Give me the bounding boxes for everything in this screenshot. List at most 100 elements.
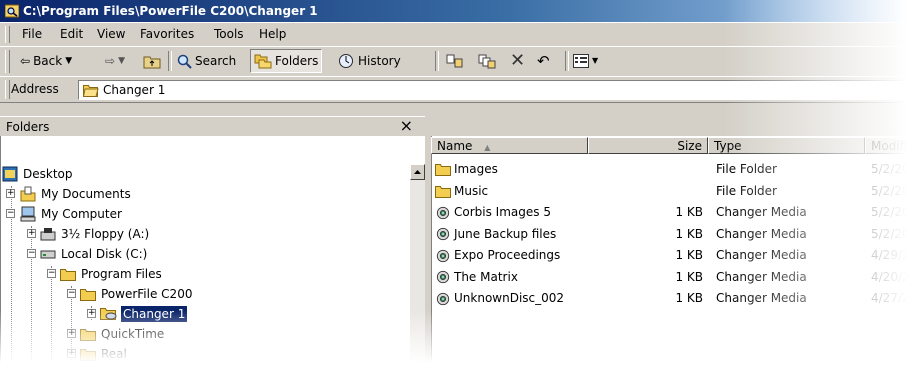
search-button[interactable]: Search (176, 50, 236, 72)
file-name: Corbis Images 5 (454, 205, 551, 219)
column-header-modified[interactable]: Modified (865, 137, 924, 154)
tree-label: 3½ Floppy (A:) (61, 227, 150, 241)
toolbar-separator (565, 51, 569, 71)
column-header-name[interactable]: Name ▲ (431, 137, 588, 154)
history-button[interactable]: History (337, 50, 401, 72)
delete-button[interactable]: ✕ (510, 50, 525, 72)
expand-icon[interactable]: + (6, 189, 15, 198)
cell-size: 1 KB (675, 205, 703, 219)
tree-node-local-disk[interactable]: Local Disk (C:) (40, 245, 149, 263)
collapse-icon[interactable]: − (67, 289, 76, 298)
table-row[interactable]: UnknownDisc_002 1 KB Changer Media 4/27/2 (431, 288, 924, 309)
menu-grip[interactable] (5, 26, 10, 43)
cell-modified: 4/29/2 (871, 248, 910, 262)
tree-node-program-files[interactable]: Program Files (60, 265, 164, 283)
address-grip[interactable] (5, 80, 10, 99)
tree-scrollbar[interactable] (410, 164, 425, 370)
column-header-type[interactable]: Type (708, 137, 865, 154)
close-icon[interactable]: × (400, 117, 413, 135)
menu-help[interactable]: Help (259, 27, 286, 41)
table-row[interactable]: June Backup files 1 KB Changer Media 5/2/20 (431, 224, 924, 245)
expand-icon[interactable]: + (67, 349, 76, 358)
window-title: C:\Program Files\PowerFile C200\Changer … (23, 4, 318, 18)
table-row[interactable]: Images File Folder 5/2/20 (431, 159, 924, 180)
column-header-size[interactable]: Size (588, 137, 708, 154)
tree-label: My Computer (41, 207, 122, 221)
folder-icon (435, 162, 451, 176)
tree-node-quicktime[interactable]: QuickTime (80, 325, 166, 343)
scroll-up-arrow-icon (414, 170, 421, 174)
file-name: Music (454, 183, 489, 198)
expand-icon[interactable]: + (87, 309, 96, 318)
tree-node-my-documents[interactable]: My Documents (20, 185, 133, 203)
file-name: UnknownDisc_002 (454, 291, 565, 305)
cell-name: Corbis Images 5 (435, 205, 551, 220)
undo-button[interactable]: ↶ (537, 50, 550, 72)
tree-label: My Documents (41, 187, 131, 201)
up-folder-button[interactable] (143, 50, 161, 72)
views-icon (573, 54, 589, 68)
back-button[interactable]: ⇦ Back ▼ (20, 50, 72, 72)
toolbar-separator (435, 51, 439, 71)
table-row[interactable]: Music File Folder 5/2/20 (431, 181, 924, 202)
cell-modified: 4/27/2 (871, 291, 910, 305)
tree-node-my-computer[interactable]: My Computer (20, 205, 124, 223)
tree-label: Desktop (23, 167, 73, 181)
hard-drive-icon (40, 250, 56, 259)
undo-icon: ↶ (537, 52, 550, 70)
forward-button[interactable]: ⇨ ▼ (105, 50, 125, 72)
menu-favorites[interactable]: Favorites (140, 27, 194, 41)
back-label: Back (33, 54, 63, 68)
folder-icon (80, 329, 96, 341)
file-name: The Matrix (454, 269, 518, 284)
cell-modified: 5/2/20 (871, 226, 910, 241)
tree-label: Program Files (81, 267, 162, 281)
disc-icon (435, 270, 451, 284)
folders-icon (254, 54, 272, 69)
menu-tools[interactable]: Tools (214, 27, 244, 41)
copy-to-button[interactable] (478, 50, 496, 72)
title-bar[interactable]: C:\Program Files\PowerFile C200\Changer … (0, 0, 924, 22)
menu-file[interactable]: File (22, 27, 42, 41)
cell-modified: 5/2/20 (871, 162, 910, 176)
collapse-icon[interactable]: − (6, 209, 15, 218)
address-input[interactable]: Changer 1 (78, 80, 924, 100)
address-bar: Address Changer 1 (0, 76, 924, 103)
file-name: June Backup files (454, 226, 557, 241)
move-to-button[interactable] (446, 50, 464, 72)
delete-icon: ✕ (510, 50, 526, 71)
folder-icon (435, 184, 451, 198)
tree-node-desktop[interactable]: Desktop (2, 165, 75, 183)
table-row[interactable]: Corbis Images 5 1 KB Changer Media 5/2/20 (431, 202, 924, 223)
menu-view[interactable]: View (97, 27, 125, 41)
cell-size: 1 KB (675, 269, 703, 284)
toolbar-grip[interactable] (5, 50, 10, 73)
menu-edit[interactable]: Edit (60, 27, 83, 41)
scroll-up-button[interactable] (410, 164, 425, 180)
disc-icon (435, 291, 451, 305)
collapse-icon[interactable]: − (27, 249, 36, 258)
cell-name: Expo Proceedings (435, 248, 560, 263)
cell-type: File Folder (716, 183, 777, 198)
tree-node-floppy[interactable]: 3½ Floppy (A:) (40, 225, 151, 243)
menu-bar: File Edit View Favorites Tools Help (0, 22, 924, 47)
column-name-label: Name (437, 139, 473, 153)
cell-type: Changer Media (716, 205, 807, 219)
tree-node-changer-1[interactable]: Changer 1 (100, 305, 188, 323)
tree-node-real[interactable]: Real (80, 345, 129, 363)
cell-modified: 5/2/20 (871, 205, 910, 219)
expand-icon[interactable]: + (67, 329, 76, 338)
cell-type: Changer Media (716, 291, 807, 305)
tree-label: Real (101, 347, 127, 361)
cell-name: The Matrix (435, 270, 518, 285)
collapse-icon[interactable]: − (47, 269, 56, 278)
table-row[interactable]: The Matrix 1 KB Changer Media 4/20/2 (431, 267, 924, 288)
cell-type: Changer Media (716, 269, 807, 284)
expand-icon[interactable]: + (27, 229, 36, 238)
folders-pane-header: Folders × (0, 116, 425, 137)
views-button[interactable]: ▼ (573, 50, 598, 72)
tree-node-powerfile-c200[interactable]: PowerFile C200 (80, 285, 194, 303)
table-row[interactable]: Expo Proceedings 1 KB Changer Media 4/29/2 (431, 245, 924, 266)
folders-button[interactable]: Folders (250, 49, 323, 73)
file-name: Images (454, 162, 498, 176)
